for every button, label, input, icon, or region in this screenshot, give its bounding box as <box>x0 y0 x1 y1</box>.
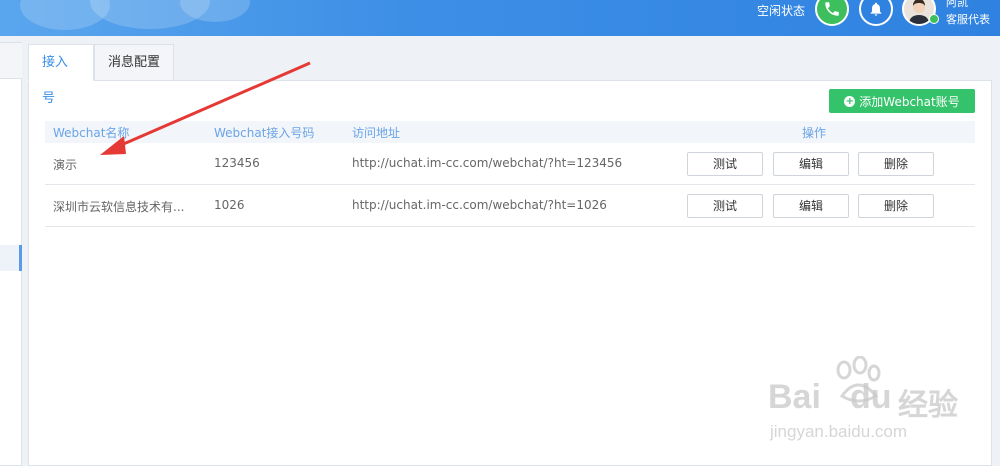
watermark-logo-left: Bai <box>768 378 821 416</box>
watermark-url: jingyan.baidu.com <box>770 422 908 441</box>
watermark: Bai du 经验 jingyan.baidu.com <box>768 356 968 456</box>
watermark-cn: 经验 <box>898 388 958 423</box>
watermark-logo-right: du <box>850 378 892 416</box>
